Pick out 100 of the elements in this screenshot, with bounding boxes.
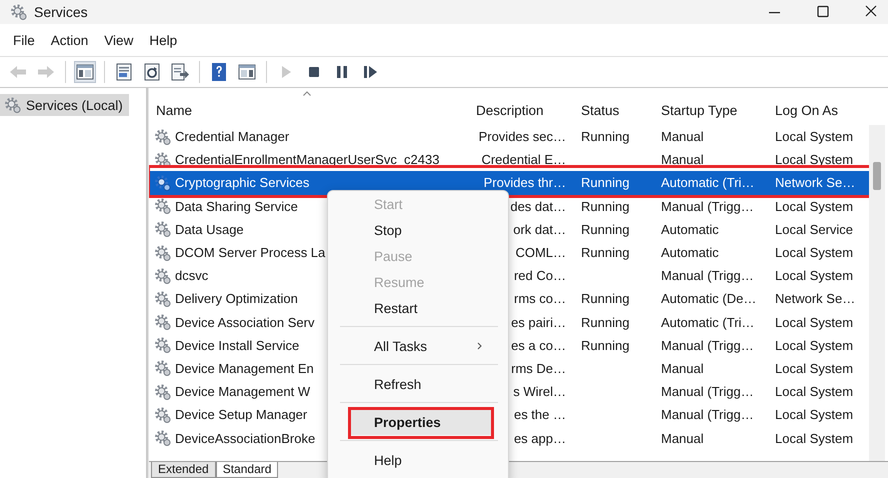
service-gear-icon xyxy=(154,244,172,262)
document-icon xyxy=(114,62,134,82)
table-cell: Local System xyxy=(775,152,854,168)
table-cell: rms co… xyxy=(514,291,566,306)
table-cell: DCOM Server Process La xyxy=(175,245,326,260)
table-cell: ork dat… xyxy=(513,222,566,237)
table-cell: Network Se… xyxy=(775,291,856,306)
toolbar-button[interactable] xyxy=(74,61,96,83)
table-cell: Credential Manager xyxy=(175,129,290,144)
table-cell: Running xyxy=(581,245,630,260)
menu-item[interactable]: Refresh xyxy=(350,371,492,397)
pane-icon xyxy=(75,62,95,82)
column-header[interactable]: Startup Type xyxy=(654,103,768,118)
view-tab[interactable]: Standard xyxy=(216,462,278,478)
table-cell: rms De… xyxy=(511,360,566,376)
table-cell: Manual xyxy=(661,152,704,168)
column-header[interactable]: Description xyxy=(469,103,574,118)
table-cell: CredentialEnrollmentManagerUserSvc_c2433 xyxy=(175,152,440,168)
table-cell: Network Se… xyxy=(775,175,856,190)
menu-item[interactable]: Help xyxy=(142,30,184,50)
table-cell: Local System xyxy=(775,360,854,376)
table-cell: Running xyxy=(581,291,630,306)
table-cell: Running xyxy=(581,314,630,330)
table-cell: Automatic xyxy=(661,222,719,237)
table-cell: Delivery Optimization xyxy=(175,291,298,306)
service-gear-icon xyxy=(154,290,172,308)
table-cell: Manual xyxy=(661,360,704,376)
table-cell: COML… xyxy=(515,245,566,260)
table-cell: Running xyxy=(581,175,630,190)
service-gear-icon xyxy=(154,429,172,448)
table-cell: dcsvc xyxy=(175,268,208,284)
table-cell: Manual xyxy=(661,430,704,446)
table-cell: Local Service xyxy=(775,222,854,237)
table-cell: Manual xyxy=(661,129,704,144)
table-cell: Provides thr… xyxy=(484,175,566,190)
selected-row[interactable]: Cryptographic Services Provides thr… Running Automatic (Tri… Network Se… xyxy=(149,171,869,195)
service-gear-icon xyxy=(154,220,172,238)
scrollbar-thumb[interactable] xyxy=(873,162,881,190)
pane-icon xyxy=(237,62,257,82)
table-cell: red Co… xyxy=(514,268,566,284)
table-cell: Data Sharing Service xyxy=(175,198,298,214)
refresh-icon xyxy=(142,62,162,82)
menu-item[interactable]: Restart xyxy=(350,295,492,321)
column-header[interactable]: Status xyxy=(574,103,654,118)
table-cell: Device Management W xyxy=(175,384,310,400)
table-cell: Local System xyxy=(775,384,854,400)
app-icon xyxy=(10,3,28,21)
table-cell: Local System xyxy=(775,198,854,214)
gear-icon xyxy=(4,96,22,114)
table-cell: Device Management En xyxy=(175,360,314,376)
menu-item[interactable]: View xyxy=(97,30,140,50)
menu-item[interactable]: Stop xyxy=(350,217,492,243)
scrollbar[interactable] xyxy=(869,125,885,461)
table-cell: es the … xyxy=(514,407,566,422)
tree-item[interactable]: Services (Local) xyxy=(0,94,129,116)
export-icon xyxy=(170,62,190,82)
menu-item[interactable]: Action xyxy=(44,30,96,50)
table-cell: Local System xyxy=(775,268,854,284)
table-cell: Running xyxy=(581,198,630,214)
table-cell: es a co… xyxy=(511,338,566,353)
table-cell: s Wirel… xyxy=(513,384,566,400)
table-cell: Automatic xyxy=(661,245,719,260)
table-cell: Credential E… xyxy=(481,152,566,168)
table-cell: Manual (Trigg… xyxy=(661,198,754,214)
menu-item[interactable]: All Tasks xyxy=(350,333,492,359)
table-cell: Local System xyxy=(775,314,854,330)
table-cell: Device Setup Manager xyxy=(175,407,308,422)
view-tab[interactable]: Extended xyxy=(151,462,216,478)
table-cell: Automatic (Tri… xyxy=(661,314,754,330)
table-cell: Manual (Trigg… xyxy=(661,407,754,422)
table-cell: Local System xyxy=(775,338,854,353)
table-cell: Running xyxy=(581,222,630,237)
window-title: Services xyxy=(34,4,89,20)
service-gear-icon xyxy=(154,313,172,332)
menu-item[interactable]: File xyxy=(6,30,42,50)
menu-item[interactable]: Help xyxy=(350,447,492,473)
service-gear-icon xyxy=(154,174,172,192)
table-cell: Data Usage xyxy=(175,222,244,237)
table-cell: Manual (Trigg… xyxy=(661,384,754,400)
service-gear-icon xyxy=(154,359,172,378)
column-header[interactable]: Name xyxy=(149,103,469,118)
table-cell: Local System xyxy=(775,407,854,422)
table-cell: es pairi… xyxy=(511,314,566,330)
table-cell: Provides sec… xyxy=(478,129,566,144)
service-gear-icon xyxy=(154,197,172,216)
service-gear-icon xyxy=(154,406,172,424)
table-cell: Running xyxy=(581,129,630,144)
column-header[interactable]: Log On As xyxy=(768,103,869,118)
table-cell: Automatic (De… xyxy=(661,291,756,306)
toolbar-button[interactable] xyxy=(169,61,191,83)
table-cell: Manual (Trigg… xyxy=(661,268,754,284)
help-icon xyxy=(209,62,229,82)
service-gear-icon xyxy=(154,382,172,401)
table-cell: Automatic (Tri… xyxy=(661,175,754,190)
table-cell: Local System xyxy=(775,430,854,446)
table-cell: Device Install Service xyxy=(175,338,300,353)
table-cell: des dat… xyxy=(510,198,566,214)
table-cell: Running xyxy=(581,338,630,353)
table-cell: DeviceAssociationBroke xyxy=(175,430,316,446)
service-gear-icon xyxy=(154,128,172,146)
